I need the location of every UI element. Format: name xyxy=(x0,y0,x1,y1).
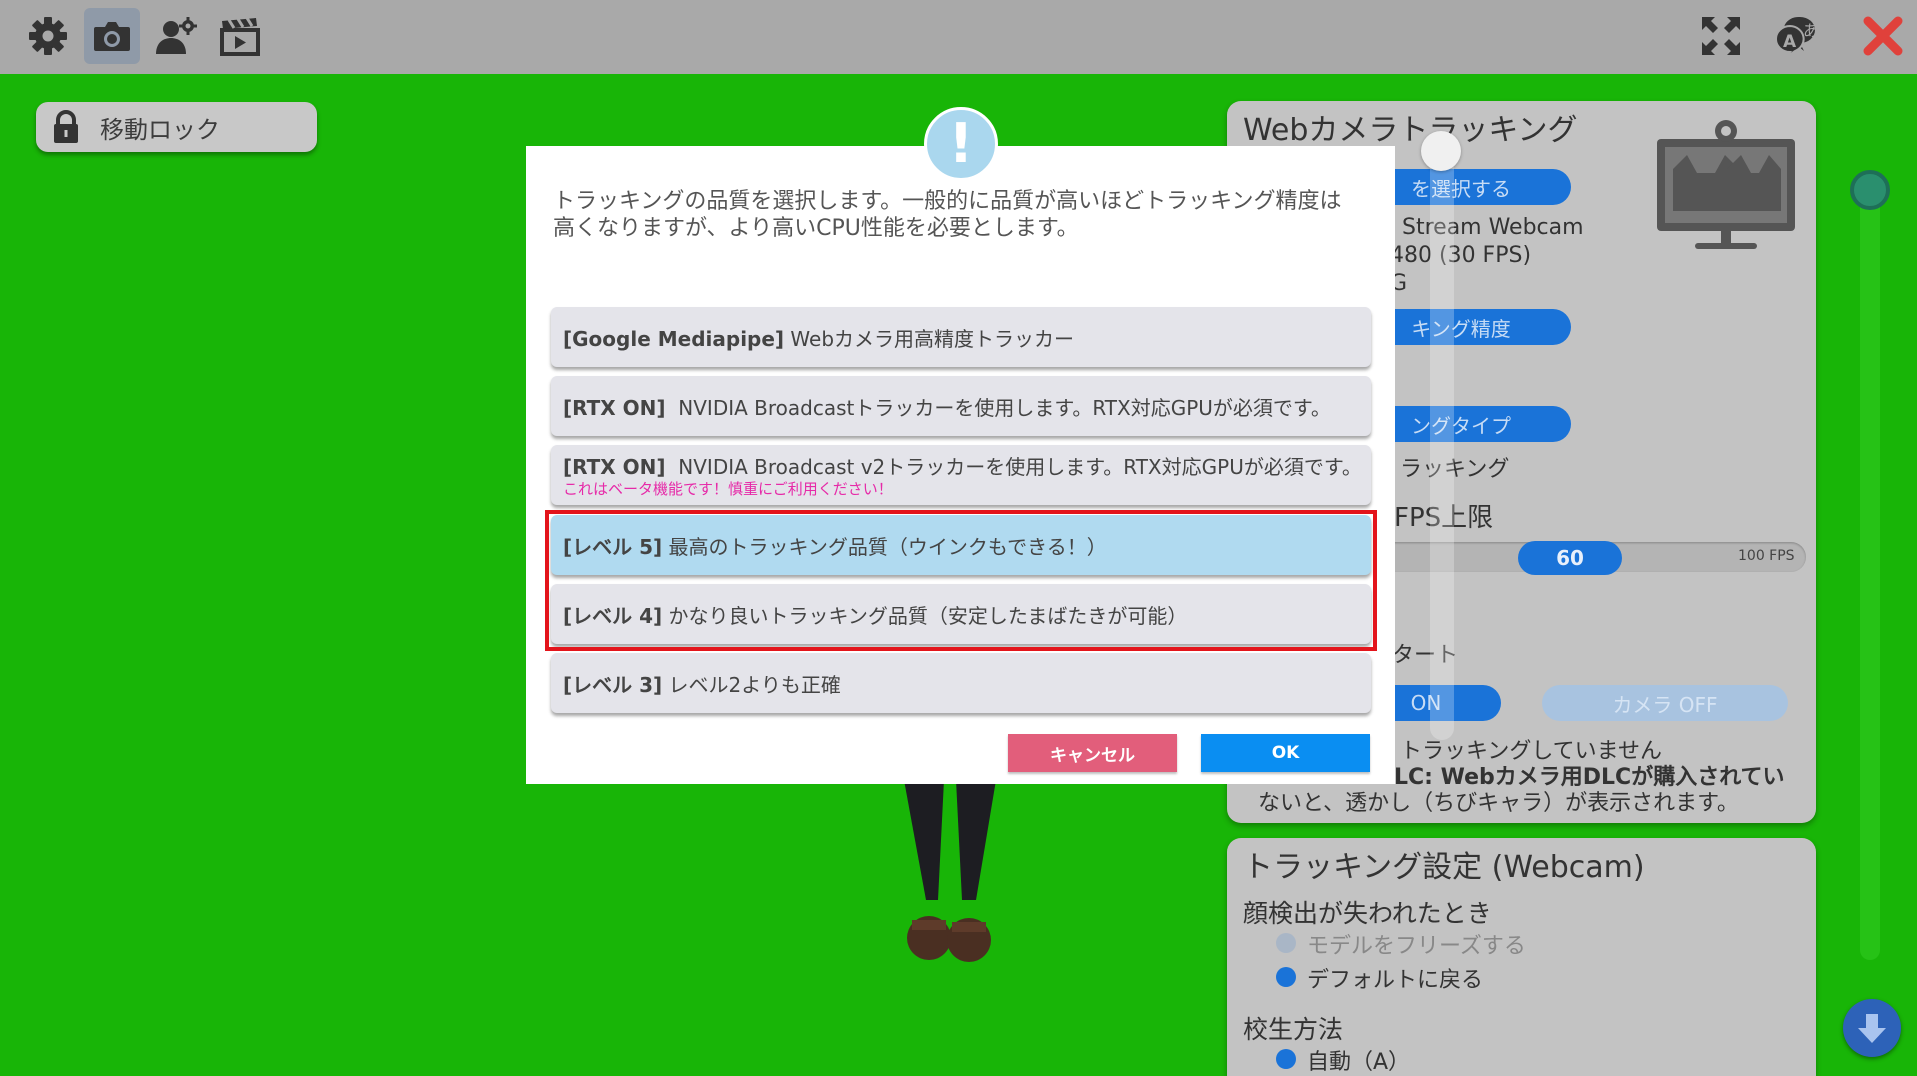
quality-option-tag: [RTX ON] xyxy=(563,396,666,420)
recording-button[interactable] xyxy=(212,8,268,64)
webcam-panel-title: Webカメラトラッキング xyxy=(1243,113,1578,148)
beta-warning-text: これはベータ機能です！慎重にご利用ください！ xyxy=(563,480,893,498)
quality-option[interactable]: [RTX ON] NVIDIA Broadcast v2トラッカーを使用します。… xyxy=(551,445,1371,505)
quality-option[interactable]: [レベル 3] レベル2よりも正確 xyxy=(551,653,1371,713)
movement-lock-button[interactable]: 移動ロック xyxy=(36,102,317,152)
return-default-radio[interactable] xyxy=(1276,967,1296,987)
panel-scroll-handle[interactable] xyxy=(1421,131,1461,171)
fps-max-label: 100 FPS xyxy=(1738,548,1795,564)
user-gear-icon xyxy=(156,17,197,54)
close-button[interactable] xyxy=(1855,8,1911,64)
auto-calibration-label: 自動（A） xyxy=(1307,1050,1411,1075)
select-camera-label: を選択する xyxy=(1411,176,1511,201)
freeze-model-radio[interactable] xyxy=(1276,933,1296,953)
face-lost-label: 顔検出が失われたとき xyxy=(1243,899,1492,928)
camera-off-button[interactable]: カメラ OFF xyxy=(1542,685,1788,721)
fullscreen-icon xyxy=(1702,17,1740,55)
dlc-notice-line-2: ないと、透かし（ちびキャラ）が表示されます。 xyxy=(1258,791,1739,816)
quality-option-tag: [Google Mediapipe] xyxy=(563,327,785,351)
tracking-accuracy-label: キング精度 xyxy=(1411,316,1511,341)
svg-text:A: A xyxy=(1783,32,1797,52)
panel-scrollbar[interactable] xyxy=(1430,150,1454,740)
dialog-message: トラッキングの品質を選択します。一般的に品質が高いほどトラッキング精度は高くなり… xyxy=(553,189,1342,241)
quality-option-label: [RTX ON] NVIDIA Broadcast v2トラッカーを使用します。… xyxy=(563,451,1362,480)
quality-option-label: [Google Mediapipe] Webカメラ用高精度トラッカー xyxy=(563,323,1074,352)
quality-option-text: レベル2よりも正確 xyxy=(662,673,841,697)
selection-highlight-box xyxy=(545,510,1377,651)
language-button[interactable]: A あ xyxy=(1765,8,1839,64)
arrow-down-icon xyxy=(1858,1014,1886,1043)
quality-option-text: NVIDIA Broadcastトラッカーを使用します。RTX対応GPUが必須で… xyxy=(665,396,1331,420)
quality-option-label: [レベル 3] レベル2よりも正確 xyxy=(563,669,841,698)
fps-slider-handle[interactable]: 60 xyxy=(1518,541,1622,575)
quality-option[interactable]: [RTX ON] NVIDIA Broadcastトラッカーを使用します。RTX… xyxy=(551,376,1371,436)
quality-option-text: Webカメラ用高精度トラッカー xyxy=(784,327,1075,351)
freeze-model-label: モデルをフリーズする xyxy=(1307,934,1526,959)
svg-text:あ: あ xyxy=(1803,21,1819,40)
quality-option-tag: [RTX ON] xyxy=(563,455,666,479)
main-scroll-handle[interactable] xyxy=(1850,170,1890,210)
clapperboard-icon xyxy=(220,17,260,56)
fps-value: 60 xyxy=(1556,546,1584,570)
cancel-label: キャンセル xyxy=(1050,745,1135,766)
fullscreen-button[interactable] xyxy=(1693,8,1749,64)
camera-off-label: カメラ OFF xyxy=(1612,692,1718,717)
quality-option[interactable]: [Google Mediapipe] Webカメラ用高精度トラッカー xyxy=(551,307,1371,367)
camera-tab-button[interactable] xyxy=(84,8,140,64)
auto-calibration-radio[interactable] xyxy=(1276,1049,1296,1069)
gear-icon xyxy=(29,17,67,55)
ok-button[interactable]: OK xyxy=(1201,734,1370,772)
settings-button[interactable] xyxy=(20,8,76,64)
quality-option-tag: [レベル 3] xyxy=(563,673,663,697)
calibration-label: 校生方法 xyxy=(1243,1015,1344,1044)
avatar-settings-button[interactable] xyxy=(148,8,204,64)
tracking-type-label: ングタイプ xyxy=(1411,413,1511,438)
tracking-settings-title: トラッキング設定 (Webcam) xyxy=(1243,850,1645,885)
language-icon: A あ xyxy=(1775,16,1819,58)
quality-option-label: [RTX ON] NVIDIA Broadcastトラッカーを使用します。RTX… xyxy=(563,392,1331,421)
lock-icon xyxy=(54,110,78,143)
close-icon xyxy=(1863,16,1903,56)
avatar-legs xyxy=(904,780,996,962)
webcam-monitor-icon xyxy=(1657,120,1795,249)
scroll-down-button[interactable] xyxy=(1843,999,1901,1057)
alert-icon: ! xyxy=(924,107,998,181)
main-scrollbar[interactable] xyxy=(1860,180,1880,960)
movement-lock-label: 移動ロック xyxy=(100,115,220,144)
top-toolbar: A あ xyxy=(0,0,1917,74)
camera-resolution: 480 (30 FPS) xyxy=(1390,243,1532,268)
camera-icon xyxy=(94,22,130,51)
cancel-button[interactable]: キャンセル xyxy=(1008,734,1177,772)
tracking-settings-panel: トラッキング設定 (Webcam) 顔検出が失われたとき モデルをフリーズする … xyxy=(1227,838,1816,1076)
quality-option-text: NVIDIA Broadcast v2トラッカーを使用します。RTX対応GPUが… xyxy=(665,455,1362,479)
return-default-label: デフォルトに戻る xyxy=(1307,968,1484,993)
tracking-type-value: ラッキング xyxy=(1400,457,1510,482)
ok-label: OK xyxy=(1271,743,1300,763)
